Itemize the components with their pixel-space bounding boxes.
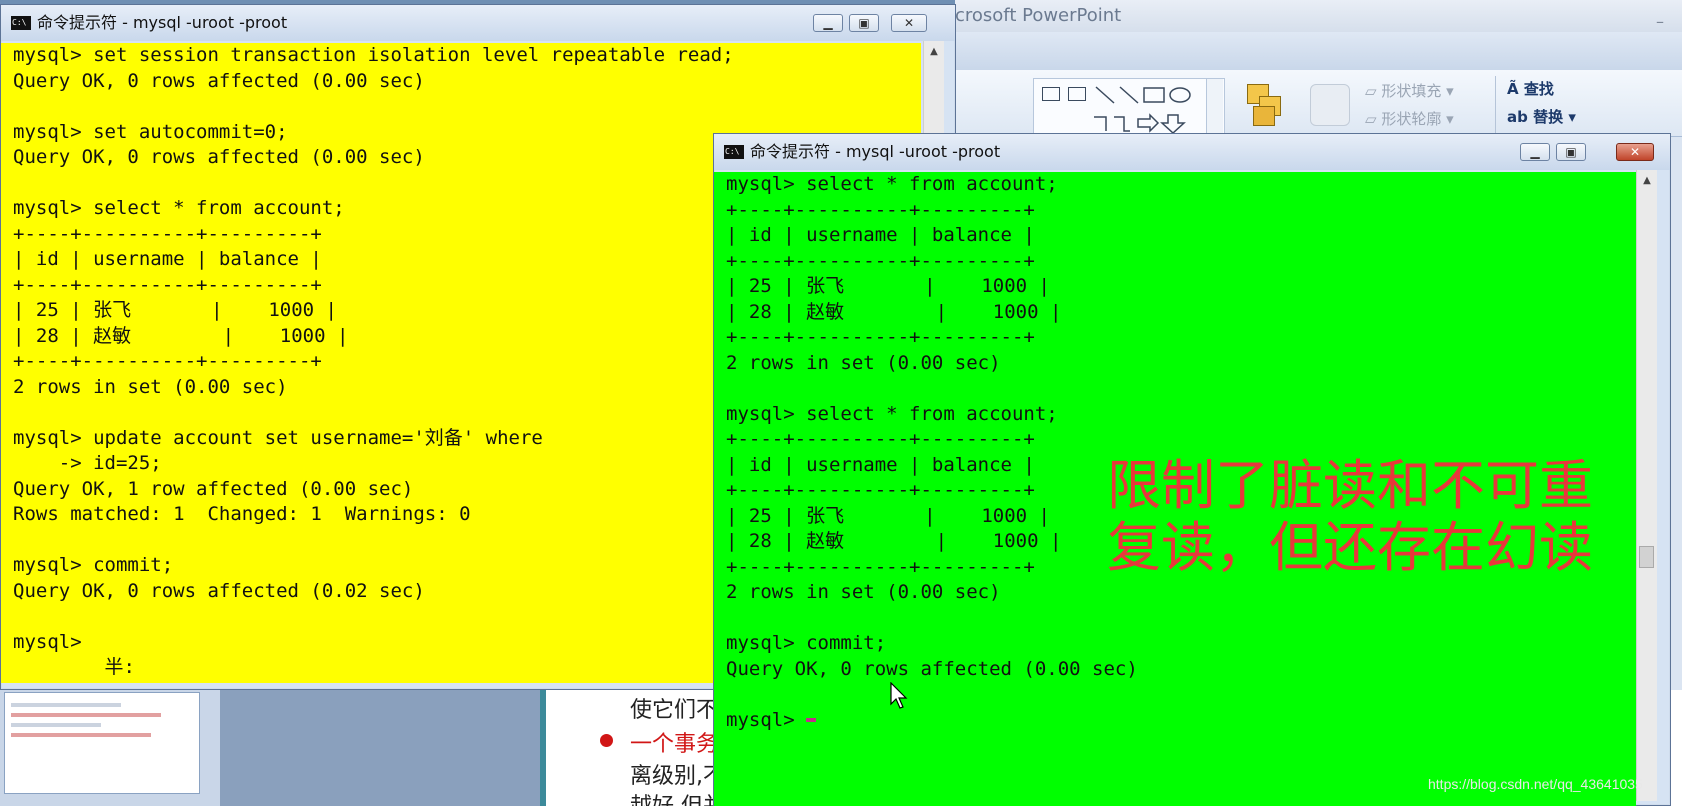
- cmd-icon: C:\: [11, 16, 31, 30]
- scroll-thumb[interactable]: [1639, 546, 1654, 568]
- slide-canvas[interactable]: 使它们不 一个事务 离级别,不 越好 但并: [540, 688, 726, 806]
- scroll-up-icon[interactable]: ▲: [1637, 172, 1657, 190]
- console-line: | 28 | 赵敏 | 1000 |: [726, 300, 1062, 323]
- console-line: | id | username | balance |: [726, 224, 1035, 246]
- console-line: +----+----------+---------+: [726, 326, 1035, 348]
- powerpoint-title: crosoft PowerPoint: [955, 5, 1122, 26]
- slide-text-line-3: 离级别,不: [630, 764, 725, 789]
- console-line: mysql> select * from account;: [726, 402, 1058, 425]
- bullet-icon: [600, 734, 613, 747]
- shape-outline-button[interactable]: ▱ 形状轮廓 ▾: [1365, 108, 1454, 129]
- watermark: https://blog.csdn.net/qq_43641035: [1428, 776, 1643, 792]
- quick-styles-icon[interactable]: [1310, 84, 1350, 126]
- console-line: +----+----------+---------+: [726, 249, 1035, 272]
- textbox-shape-icon[interactable]: [1042, 87, 1060, 101]
- replace-button[interactable]: ab 替换 ▾: [1507, 106, 1576, 127]
- replace-icon: ab: [1507, 108, 1528, 126]
- gallery-scrollbar[interactable]: [1206, 79, 1223, 133]
- console-title-green: 命令提示符 - mysql -uroot -proot: [750, 142, 1001, 161]
- console-line: +----+----------+---------+: [726, 428, 1035, 450]
- console-line: Query OK, 0 rows affected (0.00 sec): [13, 69, 425, 92]
- console-title-yellow: 命令提示符 - mysql -uroot -proot: [37, 13, 288, 32]
- find-icon: Ã: [1507, 80, 1519, 98]
- close-button[interactable]: ✕: [1616, 143, 1654, 161]
- slide-text-line-4: 越好 但并: [630, 788, 725, 806]
- console-line: mysql>: [726, 708, 1636, 734]
- find-label: 查找: [1523, 80, 1554, 98]
- scroll-up-icon[interactable]: ▲: [924, 43, 944, 61]
- replace-label: 替换: [1533, 108, 1564, 126]
- maximize-button[interactable]: ▣: [1556, 143, 1586, 161]
- console-line: 2 rows in set (0.00 sec): [726, 351, 1001, 374]
- cmd-icon: C:\: [724, 145, 744, 159]
- console-line: mysql> select * from account;: [726, 173, 1058, 195]
- close-button[interactable]: ✕: [891, 14, 927, 32]
- shape-fill-label: 形状填充: [1381, 82, 1442, 100]
- find-button[interactable]: Ã 查找: [1507, 78, 1554, 99]
- annotation-text: 限制了脏读和不可重 复读，但还存在幻读: [1107, 455, 1593, 579]
- console-line: mysql> commit;: [726, 632, 887, 654]
- console-line: +----+----------+---------+: [726, 198, 1035, 221]
- console-line: Query OK, 0 rows affected (0.00 sec): [726, 657, 1138, 680]
- ribbon-tabs: [955, 32, 1682, 70]
- console-line: mysql> set session transaction isolation…: [13, 44, 734, 66]
- maximize-button[interactable]: ▣: [849, 14, 879, 32]
- arrange-icon[interactable]: [1245, 82, 1285, 126]
- minimize-button[interactable]: ▁: [813, 14, 843, 32]
- shape-outline-label: 形状轮廓: [1381, 110, 1442, 128]
- console-line: | 25 | 张飞 | 1000 |: [726, 275, 1050, 297]
- scrollbar-green[interactable]: ▲: [1636, 170, 1657, 801]
- slide-thumbnail[interactable]: [4, 692, 200, 794]
- slide-thumbnail-pane: [0, 688, 220, 806]
- ribbon-separator: [1495, 76, 1496, 134]
- text-caret: [806, 718, 817, 722]
- slide-text-line-2: 一个事务: [630, 732, 719, 757]
- annotation-line-1: 限制了脏读和不可重: [1107, 454, 1593, 517]
- screen: crosoft PowerPoint – ▱ 形状填充 ▾ ▱ 形状轮廓 ▾ Ã…: [0, 0, 1682, 806]
- minimize-button[interactable]: ▁: [1520, 143, 1550, 161]
- mouse-pointer-icon: [890, 682, 908, 709]
- slide-editing-area: 使它们不 一个事务 离级别,不 越好 但并: [220, 688, 726, 806]
- console-line: 2 rows in set (0.00 sec): [726, 581, 1001, 603]
- powerpoint-titlebar: crosoft PowerPoint –: [955, 0, 1682, 32]
- shapes-gallery[interactable]: [1033, 78, 1225, 134]
- console-titlebar-yellow: C:\ 命令提示符 - mysql -uroot -proot ▁ ▣ ✕: [1, 5, 955, 41]
- annotation-line-2: 复读，但还存在幻读: [1107, 516, 1593, 579]
- shape-fill-button[interactable]: ▱ 形状填充 ▾: [1365, 80, 1454, 101]
- vertical-textbox-shape-icon[interactable]: [1068, 87, 1086, 101]
- slide-text-line-1: 使它们不: [630, 698, 719, 723]
- console-titlebar-green: C:\ 命令提示符 - mysql -uroot -proot ▁ ▣ ✕: [714, 134, 1670, 170]
- ribbon: ▱ 形状填充 ▾ ▱ 形状轮廓 ▾ Ã 查找 ab 替换 ▾: [955, 70, 1682, 137]
